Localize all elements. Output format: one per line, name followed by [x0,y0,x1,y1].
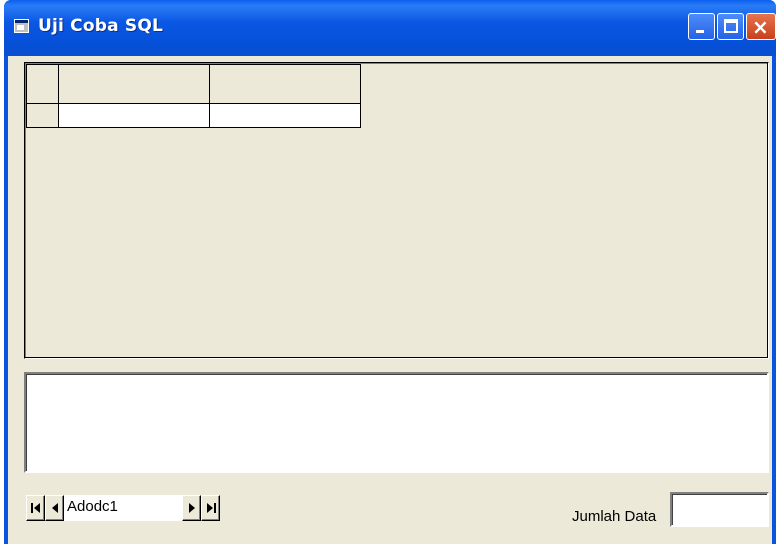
grid-header-row [26,64,361,104]
maximize-button[interactable] [717,13,744,40]
maximize-icon [724,19,738,33]
count-label: Jumlah Data [572,508,657,525]
last-record-icon [207,503,216,513]
first-record-button[interactable] [26,495,45,521]
title-bar[interactable]: Uji Coba SQL × [4,0,776,56]
data-grid[interactable] [24,62,769,359]
sql-text-box[interactable] [24,372,769,473]
grid-column-header[interactable] [209,64,361,104]
close-button[interactable]: × [746,13,776,40]
next-record-button[interactable] [182,495,201,521]
grid-table [26,64,361,128]
minimize-button[interactable] [688,13,715,40]
last-record-button[interactable] [201,495,220,521]
grid-row-header[interactable] [26,103,59,128]
app-icon [14,19,29,33]
previous-record-icon [52,503,58,513]
table-row [26,103,361,128]
adodc-navigator: Adodc1 [26,495,220,521]
adodc-caption: Adodc1 [64,495,182,521]
count-field[interactable] [670,492,769,527]
first-record-icon [31,503,40,513]
next-record-icon [189,503,195,513]
minimize-icon [696,30,704,33]
grid-cell[interactable] [209,103,361,128]
window-border [772,56,776,544]
grid-column-header[interactable] [58,64,210,104]
window-title: Uji Coba SQL [38,16,164,36]
grid-corner-header[interactable] [26,64,59,104]
close-icon: × [752,15,769,39]
previous-record-button[interactable] [45,495,64,521]
grid-cell[interactable] [58,103,210,128]
